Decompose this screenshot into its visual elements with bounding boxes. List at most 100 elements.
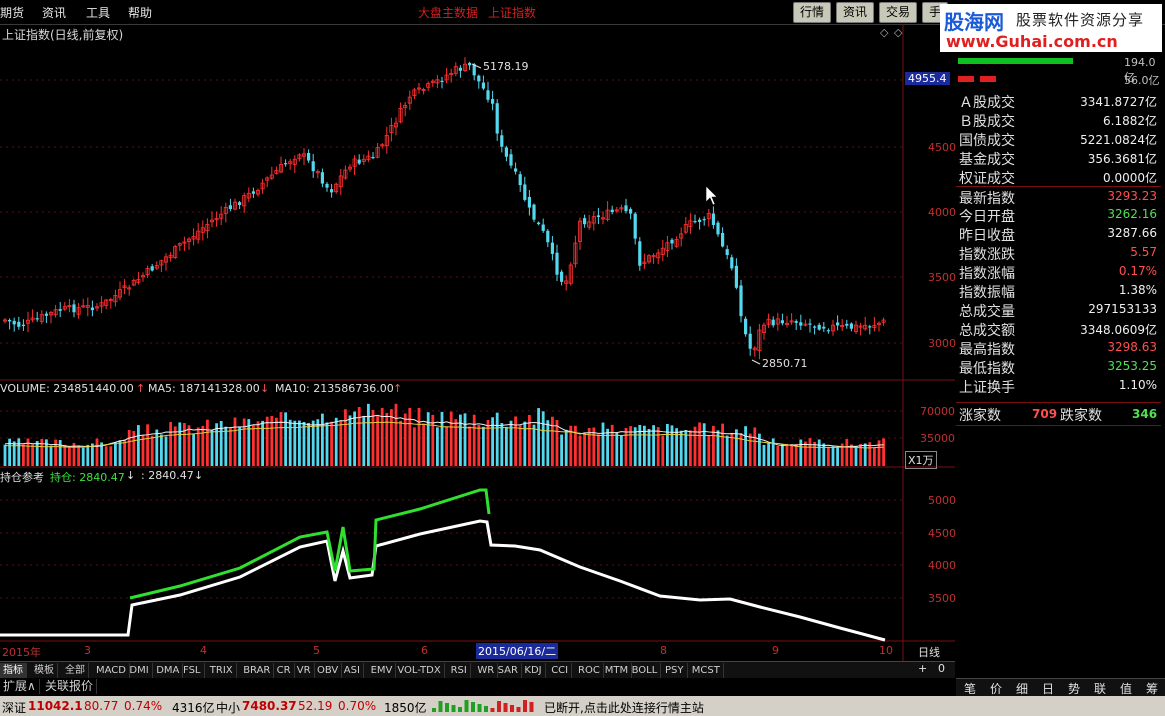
chart-area[interactable]: 上证指数(日线,前复权) ◇ ◇ 4955.4 4500 4000 3500 3… [0, 24, 956, 661]
indicator-tab[interactable]: VR [294, 663, 315, 678]
menu-news[interactable]: 资讯 [42, 4, 66, 21]
candle-body [17, 321, 21, 327]
indicator-tab[interactable]: ROC [575, 663, 604, 678]
volume-bar [564, 429, 568, 466]
indicator-tab[interactable]: ASI [341, 663, 364, 678]
right-bottom-tab[interactable]: 笔 [964, 680, 976, 697]
volume-bar [242, 418, 246, 466]
volume-bar [597, 434, 600, 466]
news-button[interactable]: 资讯 [836, 2, 875, 23]
volume-bar [201, 425, 205, 466]
right-bottom-tab[interactable]: 筹 [1146, 680, 1158, 697]
candle-body [541, 224, 545, 231]
volume-bar [707, 435, 711, 466]
indicator-tab[interactable]: MACD [93, 663, 130, 678]
indicator-tab[interactable]: OBV [314, 663, 343, 678]
period-label[interactable]: 日线 [918, 644, 940, 660]
expand-tab[interactable]: 扩展∧ [0, 679, 40, 694]
volume-bar [748, 433, 752, 466]
volume-bar [449, 411, 453, 466]
candle-body [550, 242, 554, 254]
center-title-main: 大盘主数据 [418, 6, 479, 20]
volume-bar [822, 443, 826, 466]
volume-bar [22, 444, 25, 466]
stat-label: Ｂ股成交 [959, 114, 1015, 130]
indicator-tab[interactable]: 指标 [0, 663, 27, 678]
zoom-reset-button[interactable]: 0 [938, 662, 945, 675]
indicator-tab[interactable]: DMI [126, 663, 153, 678]
right-bottom-tab[interactable]: 值 [1120, 680, 1132, 697]
volume-bar [40, 439, 44, 466]
indicator-tab[interactable]: KDJ [521, 663, 546, 678]
candle-body [523, 184, 527, 200]
diamond-icon[interactable]: ◇ [880, 26, 888, 39]
trade-button[interactable]: 交易 [879, 2, 918, 23]
stat-row: 国债成交 5221.0824亿 [956, 129, 1161, 149]
position-tick-5000: 5000 [928, 494, 956, 507]
indicator-tab[interactable]: CR [274, 663, 295, 678]
volume-bar [486, 420, 490, 466]
right-bottom-tab[interactable]: 日 [1042, 680, 1054, 697]
candle-body [311, 161, 315, 172]
right-bottom-tab[interactable]: 联 [1094, 680, 1106, 697]
stat-value: 3253.25 [1107, 359, 1157, 373]
volume-bar [31, 444, 34, 466]
volume-ma10: MA10: 213586736.00 [275, 382, 394, 395]
date-axis-month-6: 6 [421, 644, 428, 657]
volume-bar [836, 446, 839, 466]
right-bottom-tab[interactable]: 势 [1068, 680, 1080, 697]
breadth-bar [497, 701, 501, 712]
volume-bar [311, 420, 315, 466]
indicator-tab[interactable]: DMA [153, 663, 184, 678]
volume-bar [155, 429, 159, 466]
sell-bar-2 [980, 76, 996, 82]
zoom-in-button[interactable]: + [918, 662, 927, 675]
indicator-tab[interactable]: 模板 [31, 663, 58, 678]
indicator-tab[interactable]: EMV [368, 663, 397, 678]
indicator-tab[interactable]: BRAR [240, 663, 275, 678]
breadth-bar [445, 703, 449, 712]
menu-futures[interactable]: 期货 [0, 4, 24, 21]
diamond-icon-2[interactable]: ◇ [894, 26, 902, 39]
indicator-tab[interactable]: CCI [548, 663, 573, 678]
connection-message[interactable]: 已断开,点击此处连接行情主站 [544, 699, 704, 716]
indicator-tab[interactable]: TRIX [207, 663, 237, 678]
candle-body [458, 67, 462, 71]
volume-bar [86, 444, 90, 466]
volume-bar [150, 435, 154, 466]
indicator-tab[interactable]: MCST [689, 663, 724, 678]
indicator-tab[interactable]: SAR [495, 663, 522, 678]
chart-canvas[interactable] [0, 24, 955, 661]
stat-label: Ａ股成交 [959, 95, 1015, 111]
fall-label: 跌家数 [1060, 408, 1102, 424]
linked-quote-tab[interactable]: 关联报价 [42, 679, 98, 694]
date-axis-month-5: 5 [313, 644, 320, 657]
indicator-tab[interactable]: BOLL [629, 663, 662, 678]
right-bottom-tab[interactable]: 价 [990, 680, 1002, 697]
candle-body [284, 163, 288, 165]
volume-bar [873, 447, 876, 466]
volume-bar [371, 409, 375, 466]
volume-bar [426, 412, 430, 466]
menu-help[interactable]: 帮助 [128, 4, 152, 21]
indicator-tab[interactable]: RSI [448, 663, 471, 678]
breadth-bar [490, 708, 495, 712]
candle-body [481, 82, 485, 89]
status-bar: 深证 11042.1 80.77 0.74% 4316亿 中小 7480.37 … [0, 696, 1165, 716]
indicator-tab[interactable]: PSY [662, 663, 688, 678]
mouse-cursor-icon [705, 185, 718, 206]
candle-body [670, 239, 674, 244]
volume-bar [288, 419, 292, 466]
right-info-panel: 194.0亿 56.0亿 Ａ股成交 3341.8727亿 Ｂ股成交 6.1882亿 国债… [956, 52, 1165, 661]
volume-bar [58, 439, 62, 466]
indicator-tab[interactable]: VOL-TDX [394, 663, 445, 678]
quotes-button[interactable]: 行情 [793, 2, 832, 23]
candle-body [228, 205, 232, 209]
indicator-tab[interactable]: FSL [180, 663, 205, 678]
volume-bar [321, 413, 324, 466]
menu-tools[interactable]: 工具 [86, 4, 110, 21]
breadth-bar [510, 705, 514, 712]
indicator-tab[interactable]: 全部 [62, 663, 89, 678]
right-bottom-tab[interactable]: 细 [1016, 680, 1028, 697]
candle-body [624, 205, 628, 212]
